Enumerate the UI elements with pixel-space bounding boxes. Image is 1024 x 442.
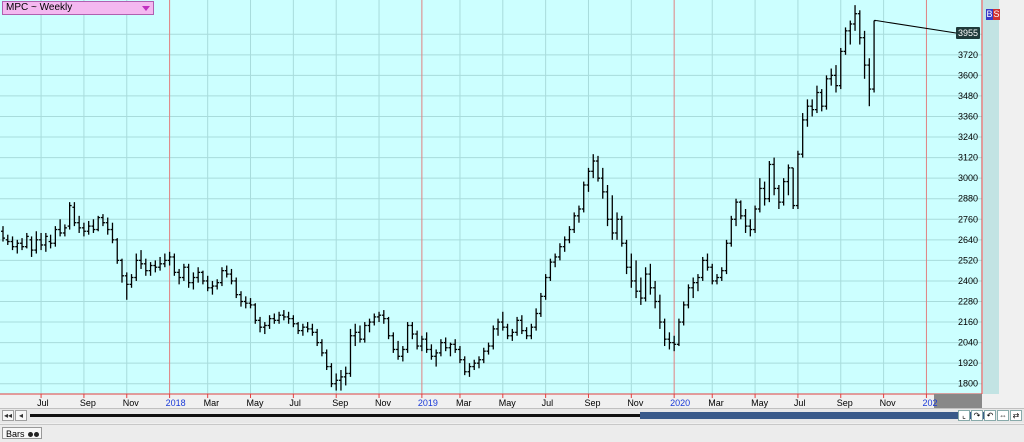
link-icon [28,432,34,438]
y-tick-label: 3720 [958,50,978,60]
y-tick-label: 2880 [958,194,978,204]
symbol-title-text: MPC ~ Weekly [6,2,73,13]
x-tick-label: Nov [123,398,140,408]
dropdown-arrow-icon[interactable] [142,6,150,11]
x-tick-label: Nov [375,398,392,408]
x-tick-label: Sep [332,398,348,408]
x-axis-current-marker [934,394,982,408]
x-tick-label: Mar [204,398,220,408]
x-tick-label: Jul [542,398,554,408]
last-price-label: 3955 [956,27,980,39]
plot-background [0,0,982,394]
y-tick-label: 3000 [958,173,978,183]
y-tick-label: 2640 [958,235,978,245]
scroll-prev-button[interactable]: ◂ [15,410,27,421]
zoom-in-icon[interactable]: ⌞ [958,410,970,421]
chart-area[interactable]: 1800 1920 2040 2160 2280 2400 2520 2640 2760 2880… [0,0,1024,441]
expand-icon[interactable]: ⇔ [997,410,1009,421]
x-tick-label: 2020 [670,398,690,408]
symbol-title[interactable]: MPC ~ Weekly [2,1,154,15]
x-tick-label: 202 [922,398,937,408]
x-tick-label: Jul [794,398,806,408]
x-axis-ticks: Jul Sep Nov 2018 Mar May Jul Sep Nov 2019 Mar May Ju… [37,394,937,408]
tab-bars[interactable]: Bars [2,427,42,439]
x-tick-label: May [247,398,265,408]
y-tick-label: 1920 [958,358,978,368]
x-tick-label: Mar [456,398,472,408]
y-tick-label: 2520 [958,255,978,265]
x-tick-label: May [751,398,769,408]
redo-icon[interactable]: ↷ [971,410,983,421]
x-tick-label: Nov [880,398,897,408]
scroll-first-button[interactable]: ◂◂ [2,410,14,421]
x-tick-label: May [499,398,517,408]
y-tick-label: 3240 [958,132,978,142]
y-tick-label: 2040 [958,338,978,348]
x-tick-label: Sep [837,398,853,408]
sell-button[interactable]: S [993,9,1000,20]
x-tick-label: Mar [708,398,724,408]
y-tick-label: 3120 [958,153,978,163]
link-icon-2 [34,432,40,438]
y-tick-label: 2400 [958,276,978,286]
tab-bars-label: Bars [6,429,25,439]
y-tick-label: 2280 [958,296,978,306]
x-tick-label: Nov [627,398,644,408]
y-tick-label: 2160 [958,317,978,327]
buy-button[interactable]: B [986,9,993,20]
y-tick-label: 3480 [958,91,978,101]
x-tick-label: 2018 [166,398,186,408]
x-tick-label: Jul [289,398,301,408]
x-tick-label: Sep [80,398,96,408]
y-axis-panel [983,0,999,394]
y-tick-label: 1800 [958,379,978,389]
undo-icon[interactable]: ↶ [984,410,996,421]
navigation-bar: ◂◂ ◂ ⌞ ↷ ↶ ⇔ ⇄ [0,408,1024,423]
compress-icon[interactable]: ⇄ [1010,410,1022,421]
x-tick-label: 2019 [418,398,438,408]
y-tick-label: 3600 [958,70,978,80]
x-tick-label: Sep [584,398,600,408]
y-tick-label: 3360 [958,111,978,121]
y-tick-label: 2760 [958,214,978,224]
x-tick-label: Jul [37,398,49,408]
status-bar: Bars [0,424,1024,442]
price-chart: 1800 1920 2040 2160 2280 2400 2520 2640 2760 2880… [0,0,999,408]
scrollbar-thumb[interactable] [640,412,994,419]
